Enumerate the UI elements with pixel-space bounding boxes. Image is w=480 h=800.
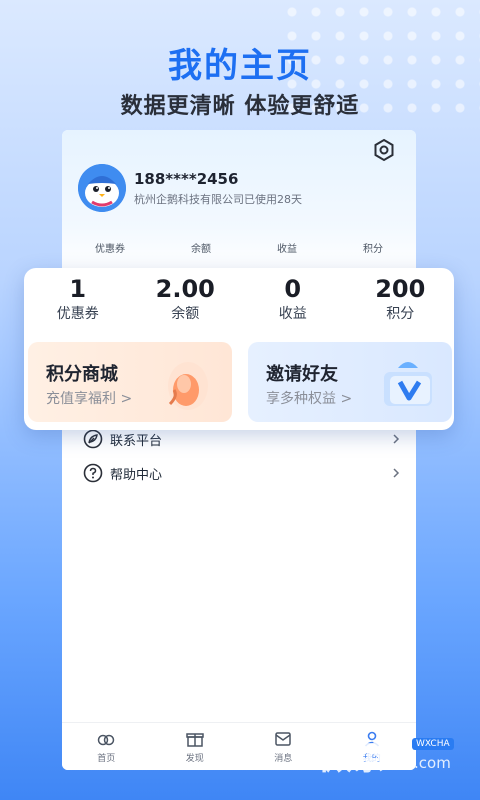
stat-value: 0 <box>284 275 302 303</box>
tab-label: 发现 <box>185 754 204 764</box>
tab-discover[interactable]: 发现 <box>151 723 240 770</box>
phone-screen: 188****2456 杭州企鹅科技有限公司已使用28天 优惠券 余额 收益 积… <box>62 130 416 770</box>
menu-item-label: 帮助中心 <box>110 467 163 483</box>
card-subtitle: 享多种权益 > <box>266 391 353 407</box>
chevron-right-icon <box>393 468 400 478</box>
help-icon <box>83 463 103 483</box>
avatar[interactable] <box>78 164 126 212</box>
stat-label: 余额 <box>171 306 200 322</box>
v-ticket-icon <box>384 362 432 406</box>
leaf-icon <box>83 429 103 449</box>
company-usage-text: 杭州企鹅科技有限公司已使用28天 <box>134 193 302 206</box>
stat-value: 1 <box>69 275 87 303</box>
settings-gear-icon[interactable] <box>372 138 396 162</box>
stat-label: 收益 <box>278 306 307 322</box>
menu-item-label: 联系平台 <box>110 433 163 449</box>
message-icon <box>275 732 291 746</box>
phone-number: 188****2456 <box>134 170 239 188</box>
gift-icon <box>186 733 204 747</box>
stat-coupons[interactable]: 1 优惠券 <box>24 274 132 324</box>
menu-list: 联系平台 帮助中心 <box>82 422 402 490</box>
points-mall-card[interactable]: 积分商城 充值享福利 > <box>28 342 232 422</box>
invite-friends-card[interactable]: 邀请好友 享多种权益 > <box>248 342 452 422</box>
menu-item-help-center[interactable]: 帮助中心 <box>82 456 402 490</box>
watermark-text: 微茶 <box>318 738 386 778</box>
card-title: 积分商城 <box>46 364 118 385</box>
tab-label: 首页 <box>97 754 116 764</box>
hero-title: 我的主页 <box>168 46 312 86</box>
card-title: 邀请好友 <box>266 364 338 385</box>
watermark: 微茶 WXCHA .com <box>318 728 478 778</box>
home-icon <box>98 734 115 746</box>
penguin-avatar-icon <box>78 164 126 212</box>
mini-stat-label[interactable]: 收益 <box>277 240 297 255</box>
mini-stats-row: 优惠券 余额 收益 积分 <box>62 240 416 255</box>
stats-row: 1 优惠券 2.00 余额 0 收益 200 积分 <box>24 274 454 324</box>
stat-label: 优惠券 <box>56 306 99 322</box>
stats-overlay-card: 1 优惠券 2.00 余额 0 收益 200 积分 积分商城 充值享福利 > 邀… <box>24 268 454 430</box>
stat-value: 200 <box>375 275 426 303</box>
card-subtitle: 充值享福利 > <box>46 391 133 407</box>
mini-stat-label[interactable]: 优惠券 <box>95 240 125 255</box>
stat-points[interactable]: 200 积分 <box>347 274 455 324</box>
mini-stat-label[interactable]: 积分 <box>363 240 383 255</box>
tab-home[interactable]: 首页 <box>62 723 151 770</box>
hero-subtitle: 数据更清晰 体验更舒适 <box>120 94 360 119</box>
stat-value: 2.00 <box>155 275 215 303</box>
watermark-badge: WXCHA <box>412 738 454 750</box>
stat-earnings[interactable]: 0 收益 <box>239 274 347 324</box>
tab-messages[interactable]: 消息 <box>239 723 328 770</box>
mini-stat-label[interactable]: 余额 <box>191 240 211 255</box>
chevron-right-icon <box>393 434 400 444</box>
stat-balance[interactable]: 2.00 余额 <box>132 274 240 324</box>
tab-label: 消息 <box>274 754 293 764</box>
egg-mascot-icon <box>168 362 208 410</box>
stat-label: 积分 <box>386 306 415 322</box>
watermark-domain: .com <box>414 754 451 772</box>
